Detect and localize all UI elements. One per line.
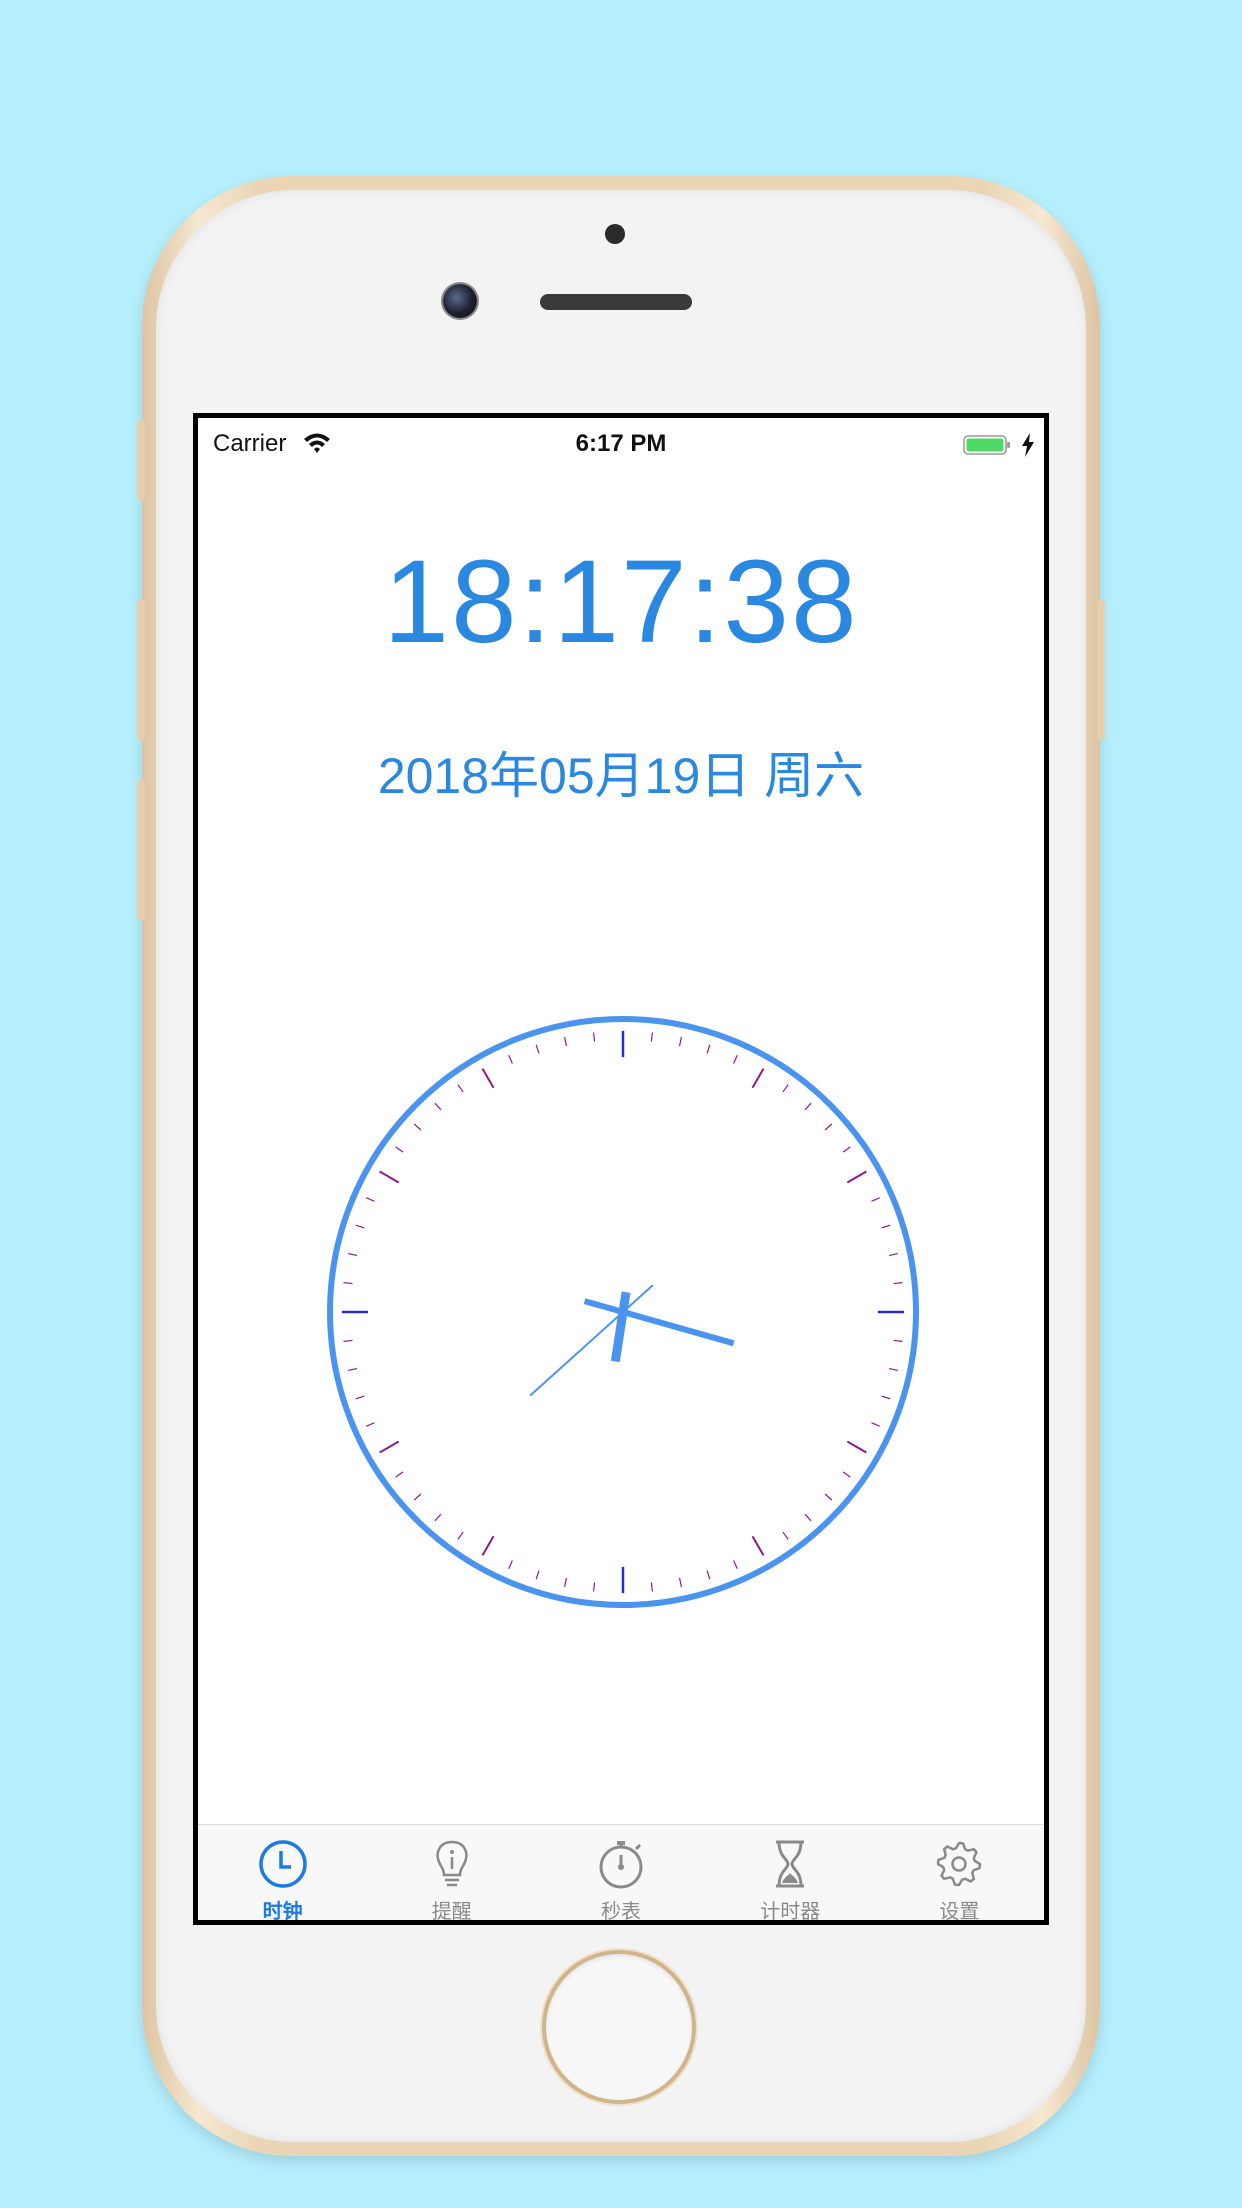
clock-minute-tick [343,1339,353,1342]
clock-minute-tick [413,1123,422,1131]
clock-minute-tick [535,1044,540,1054]
clock-minute-tick [678,1577,683,1587]
tab-label: 提醒 [431,1901,472,1923]
tab-timer[interactable]: 计时器 [706,1825,875,1923]
clock-minute-tick [804,1513,812,1522]
power-button [1097,600,1105,740]
clock-minute-tick [355,1224,365,1229]
home-button[interactable] [546,1954,692,2100]
clock-minute-tick [842,1471,851,1478]
clock-minute-tick [366,1197,375,1202]
clock-minute-tick [782,1531,789,1540]
clock-minute-tick [457,1531,464,1540]
minute-hand [583,1298,735,1347]
clock-minute-tick [871,1197,880,1202]
clock-minute-tick [881,1224,891,1229]
volume-down-button [137,780,145,920]
clock-hour-tick [751,1535,765,1556]
clock-hour-tick [379,1440,400,1454]
clock-minute-tick [650,1032,653,1042]
hour-hand [610,1291,631,1363]
tab-label: 设置 [939,1901,980,1923]
clock-minute-tick [733,1055,738,1064]
battery-icon [963,435,1010,455]
clock-minute-tick [824,1493,833,1501]
digital-time: 18:17:38 [383,536,859,668]
clock-minute-tick [366,1422,375,1427]
screen: Carrier 6:17 PM 18:17:38 2018年05月19日 周六 [193,413,1049,1925]
clock-minute-tick [395,1471,404,1478]
mute-switch [137,420,145,500]
clock-minute-tick [508,1055,513,1064]
clock-minute-tick [782,1084,789,1093]
clock-icon [258,1840,307,1888]
clock-minute-tick [893,1339,903,1342]
clock-minute-tick [824,1123,833,1131]
tab-label: 时钟 [262,1901,303,1923]
date-display: 2018年05月19日 周六 [377,748,865,804]
clock-minute-tick [706,1570,711,1580]
clock-minute-tick [434,1513,442,1522]
clock-minute-tick [593,1032,596,1042]
tab-label: 计时器 [760,1901,821,1923]
clock-minute-tick [348,1252,358,1257]
clock-minute-tick [355,1395,365,1400]
clock-minute-tick [535,1570,540,1580]
clock-minute-tick [563,1577,568,1587]
clock-minute-tick [733,1560,738,1569]
clock-minute-tick [893,1282,903,1285]
clock-hour-tick [481,1535,495,1556]
clock-minute-tick [563,1037,568,1047]
clock-minute-tick [871,1422,880,1427]
gear-icon [937,1841,982,1887]
clock-minute-tick [706,1044,711,1054]
proximity-sensor [605,224,625,244]
clock-minute-tick [348,1367,358,1372]
clock-minute-tick [842,1146,851,1153]
clock-hour-tick [481,1068,495,1089]
clock-hour-tick [846,1170,867,1184]
clock-hour-tick [379,1170,400,1184]
clock-minute-tick [804,1102,812,1111]
status-time: 6:17 PM [575,430,667,457]
volume-up-button [137,600,145,740]
tab-reminder[interactable]: 提醒 [367,1825,536,1923]
clock-minute-tick [888,1367,898,1372]
clock-minute-tick [457,1084,464,1093]
analog-clock [327,1016,919,1608]
lightbulb-icon [436,1840,468,1887]
clock-minute-tick [413,1493,422,1501]
clock-minute-tick [343,1282,353,1285]
clock-minute-tick [888,1252,898,1257]
hourglass-icon [776,1840,805,1888]
front-camera [443,284,477,318]
tab-label: 秒表 [601,1901,641,1923]
tab-stopwatch[interactable]: 秒表 [536,1825,705,1923]
tab-settings[interactable]: 设置 [875,1825,1044,1923]
clock-minute-tick [593,1582,596,1592]
clock-minute-tick [650,1582,653,1592]
stopwatch-icon [599,1841,643,1889]
tab-clock[interactable]: 时钟 [198,1825,367,1923]
clock-minute-tick [395,1146,404,1153]
charging-bolt-icon [1022,433,1034,457]
status-bar: Carrier 6:17 PM [198,418,1044,470]
clock-hour-tick [751,1068,765,1089]
clock-minute-tick [508,1560,513,1569]
clock-hour-tick [846,1440,867,1454]
clock-minute-tick [881,1395,891,1400]
earpiece-speaker [540,294,692,310]
clock-minute-tick [678,1037,683,1047]
tab-bar: 时钟 提醒 秒表 计时器 设置 [198,1824,1044,1923]
clock-minute-tick [434,1102,442,1111]
